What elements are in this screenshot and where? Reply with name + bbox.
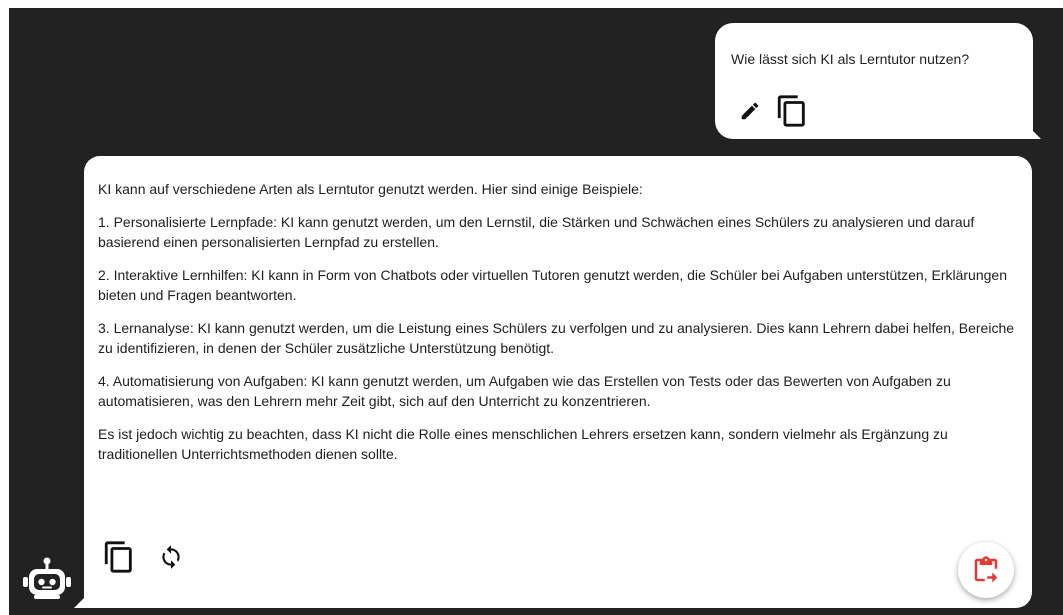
copy-response-button[interactable] bbox=[102, 540, 136, 574]
regenerate-button[interactable] bbox=[158, 544, 184, 570]
bot-paragraph: KI kann auf verschiedene Arten als Lernt… bbox=[98, 181, 643, 197]
bot-message-text: KI kann auf verschiedene Arten als Lernt… bbox=[98, 179, 1023, 477]
copy-message-button[interactable] bbox=[775, 94, 809, 128]
bot-message-bubble: KI kann auf verschiedene Arten als Lernt… bbox=[74, 156, 1032, 608]
bot-paragraph: 3. Lernanalyse: KI kann genutzt werden, … bbox=[98, 320, 1015, 356]
bot-paragraph: Es ist jedoch wichtig zu beachten, dass … bbox=[98, 426, 948, 462]
user-message-text: Wie lässt sich KI als Lerntutor nutzen? bbox=[731, 51, 970, 67]
edit-message-button[interactable] bbox=[739, 100, 761, 122]
copy-icon bbox=[104, 541, 132, 573]
robot-icon bbox=[23, 557, 71, 599]
clipboard-export-icon bbox=[974, 556, 998, 583]
copy-icon bbox=[777, 95, 805, 127]
bot-avatar bbox=[22, 555, 72, 603]
bot-paragraph: 1. Personalisierte Lernpfade: KI kann ge… bbox=[98, 214, 975, 250]
refresh-icon bbox=[162, 545, 180, 569]
user-message-bubble: Wie lässt sich KI als Lerntutor nutzen? bbox=[715, 23, 1041, 139]
export-clipboard-button[interactable] bbox=[958, 542, 1014, 598]
pencil-icon bbox=[741, 102, 759, 120]
bot-paragraph: 2. Interaktive Lernhilfen: KI kann in Fo… bbox=[98, 267, 1007, 303]
bot-paragraph: 4. Automatisierung von Aufgaben: KI kann… bbox=[98, 373, 951, 409]
